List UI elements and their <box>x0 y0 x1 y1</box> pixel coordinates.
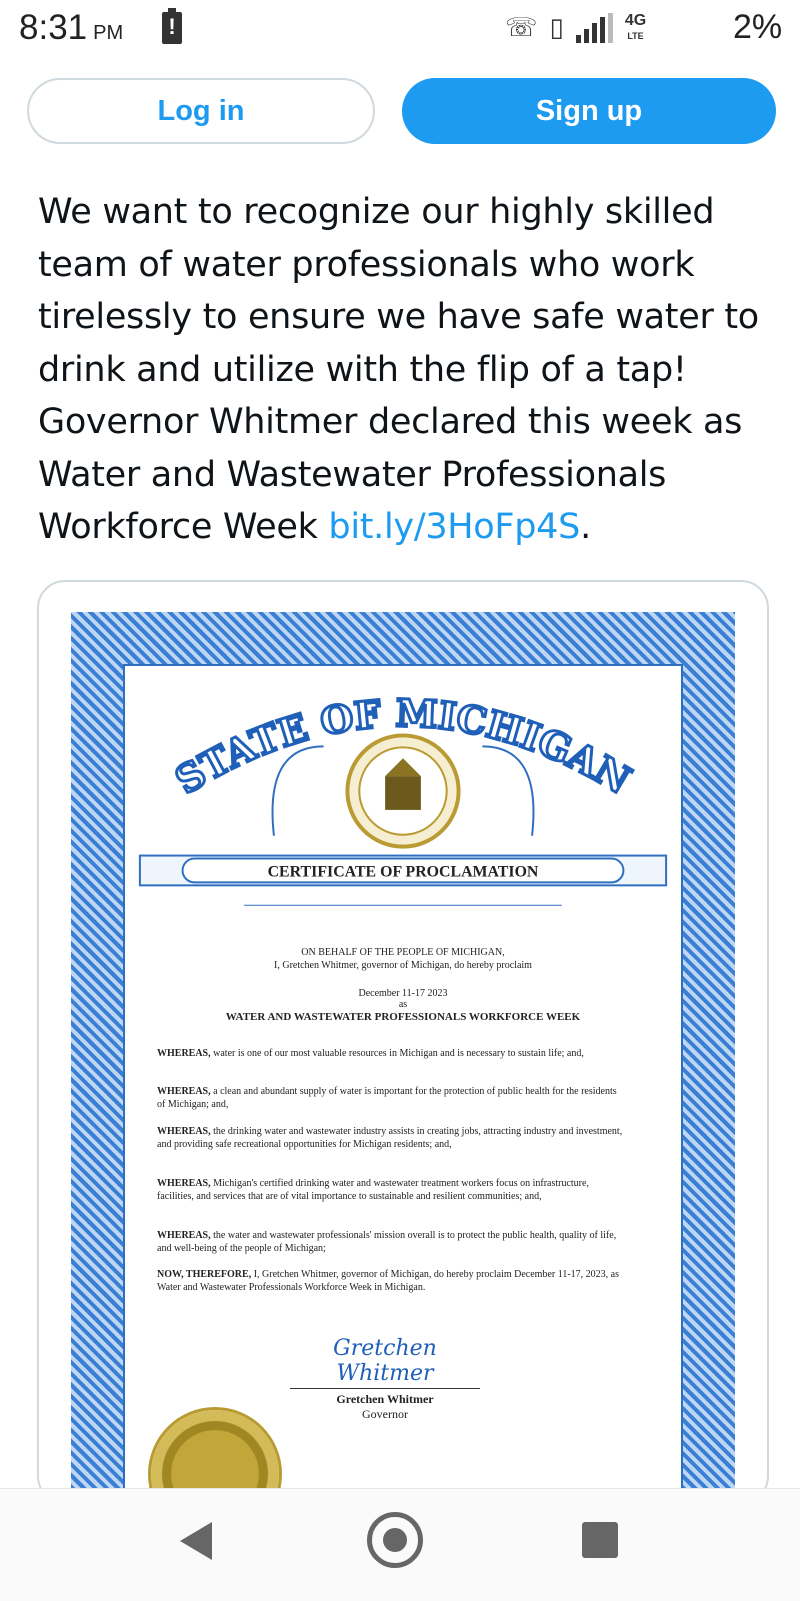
tweet-body: We want to recognize our highly skilled … <box>38 192 759 547</box>
whereas-3: WHEREAS, the drinking water and wastewat… <box>157 1126 623 1150</box>
signature-block: Gretchen Whitmer Gretchen Whitmer Govern… <box>290 1336 480 1422</box>
status-bar: 8:31 PM ! ☏ ▯ 4G LTE 2% <box>0 0 800 58</box>
battery-level: 2% <box>733 8 783 46</box>
tweet-link[interactable]: bit.ly/3HoFp4S <box>328 507 580 547</box>
back-icon[interactable] <box>180 1522 212 1560</box>
now-therefore: NOW, THEREFORE, I, Gretchen Whitmer, gov… <box>157 1269 620 1293</box>
login-button[interactable]: Log in <box>27 78 375 144</box>
status-time: 8:31 PM <box>19 8 123 48</box>
whereas-5: WHEREAS, the water and wastewater profes… <box>157 1230 617 1254</box>
battery-alert-icon: ! <box>162 8 182 44</box>
network-type: 4G LTE <box>624 11 647 41</box>
tweet-text: We want to recognize our highly skilled … <box>38 186 778 554</box>
certificate-header-graphic: STATE OF MICHIGAN CERTIFICATE OF PROCLAM… <box>138 689 668 906</box>
proclamation-certificate-image: STATE OF MICHIGAN CERTIFICATE OF PROCLAM… <box>71 612 735 1502</box>
home-icon[interactable] <box>367 1512 423 1568</box>
vibrate-icon: ▯ <box>549 13 564 43</box>
michigan-seal-icon <box>345 733 461 849</box>
certificate-body: STATE OF MICHIGAN CERTIFICATE OF PROCLAM… <box>123 664 683 1502</box>
auth-bar: Log in Sign up <box>0 60 800 170</box>
navigation-bar <box>0 1488 800 1601</box>
signup-button[interactable]: Sign up <box>402 78 776 144</box>
signer-name: Gretchen Whitmer <box>336 1392 434 1406</box>
clock: 8:31 <box>19 8 88 47</box>
wifi-calling-icon: ☏ <box>505 13 538 43</box>
week-title: WATER AND WASTEWATER PROFESSIONALS WORKF… <box>225 1011 581 1023</box>
date-text: December 11-17 2023 as <box>358 988 448 1010</box>
signer-title: Governor <box>362 1407 408 1421</box>
clock-ampm: PM <box>93 22 124 44</box>
whereas-2: WHEREAS, a clean and abundant supply of … <box>157 1086 617 1110</box>
certificate-banner: CERTIFICATE OF PROCLAMATION <box>268 863 539 880</box>
signal-icon <box>575 13 613 43</box>
whereas-4: WHEREAS, Michigan's certified drinking w… <box>157 1178 589 1202</box>
whereas-1: WHEREAS, water is one of our most valuab… <box>157 1048 584 1059</box>
behalf-text: ON BEHALF OF THE PEOPLE OF MICHIGAN, I, … <box>274 947 532 971</box>
tweet-media-card[interactable]: STATE OF MICHIGAN CERTIFICATE OF PROCLAM… <box>37 580 769 1504</box>
status-icons: ☏ ▯ 4G LTE <box>505 8 646 48</box>
signature: Gretchen Whitmer <box>290 1336 480 1389</box>
tweet-text-end: . <box>580 507 591 547</box>
recents-icon[interactable] <box>582 1522 618 1558</box>
